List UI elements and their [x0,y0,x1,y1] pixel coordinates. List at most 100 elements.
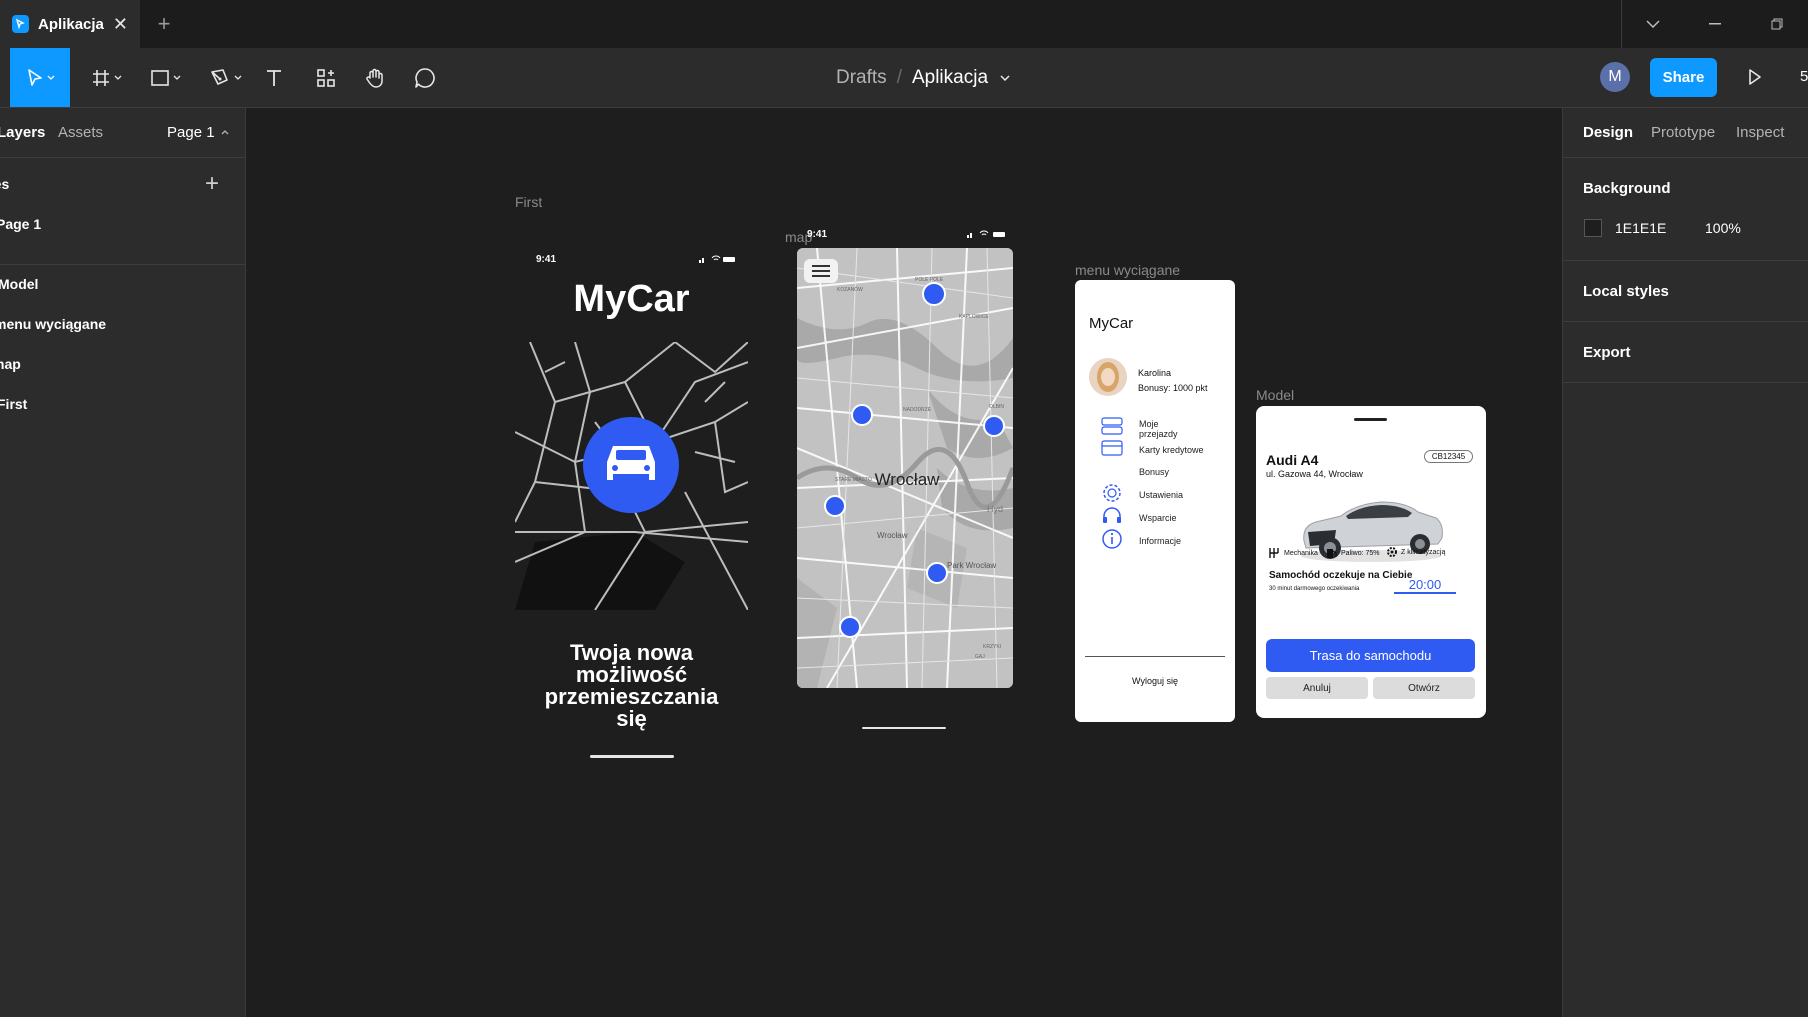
restore-icon [1771,18,1783,30]
chevron-down-icon[interactable] [1000,74,1010,81]
frame-label-first[interactable]: First [515,194,542,210]
layer-item-menu[interactable]: menu wyciągane [0,316,106,332]
chevron-down-icon [234,75,241,80]
feature-transmission: Mechanika [1284,550,1318,557]
menu-item-support[interactable]: Wsparcie [1139,513,1177,523]
tagline-line: przemieszczania [544,684,719,709]
close-tab-icon[interactable]: ✕ [113,14,128,35]
layer-item-model[interactable]: Model [0,276,38,292]
headset-icon [1103,507,1121,523]
shape-tool-button[interactable] [143,48,187,107]
car-name: Audi A4 [1266,452,1319,468]
menu-item-cards[interactable]: Karty kredytowe [1139,445,1204,455]
tagline-line: Twoja nowa [569,640,694,665]
menu-item-rides[interactable]: Moje przejazdy [1139,419,1199,439]
resources-tool-button[interactable] [314,48,338,107]
move-tool-button[interactable] [10,48,70,107]
tab-prototype[interactable]: Prototype [1651,124,1715,141]
pen-tool-button[interactable] [203,48,247,107]
layer-item-map[interactable]: map [0,356,21,372]
status-time: 9:41 [536,254,557,265]
menu-item-bonus[interactable]: Bonusy [1139,467,1169,477]
status-time: 9:41 [807,229,828,240]
page-item[interactable]: Page 1 [0,216,41,232]
background-hex-input[interactable]: 1E1E1E [1615,220,1666,236]
map-district-label: KRZYKI [983,644,1001,650]
tab-inspect[interactable]: Inspect [1736,124,1784,141]
plate-badge: CB12345 [1424,450,1473,463]
text-icon [267,69,281,86]
rectangle-icon [150,69,169,86]
background-color-swatch[interactable] [1584,219,1602,237]
frame-menu[interactable]: MyCar Karolina Bonusy: 1000 pkt Moje prz… [1075,280,1235,722]
breadcrumb-separator: / [896,66,902,88]
present-button[interactable] [1740,62,1770,92]
map-district-label: POLE POLE [915,277,944,283]
feature-fuel: Paliwo: 75% [1341,550,1380,557]
hand-tool-button[interactable] [362,48,388,107]
home-indicator [862,727,946,729]
menu-item-settings[interactable]: Ustawienia [1139,490,1183,500]
tab-design[interactable]: Design [1583,124,1633,141]
tab-layers[interactable]: Layers [0,124,45,141]
text-tool-button[interactable] [262,48,286,107]
map-view[interactable]: POLE POLE KOZANÓW KAPLOWICE NADODRZE OLB… [797,248,1013,688]
frame-label-menu[interactable]: menu wyciągane [1075,262,1180,278]
frame-model[interactable]: Audi A4 ul. Gazowa 44, Wrocław CB12345 M… [1256,406,1486,718]
new-tab-button[interactable]: + [140,0,188,48]
file-tab[interactable]: Aplikacja ✕ [0,0,140,48]
minimize-icon [1709,23,1721,25]
canvas[interactable]: First 9:41 MyCar Twoja nowa możliwość pr… [246,108,1562,1017]
tagline-line: możliwość [575,662,688,687]
fuel-icon [1327,549,1337,558]
comment-icon [415,67,435,88]
right-panel: Design Prototype Inspect Background 1E1E… [1562,108,1808,1017]
layer-item-first[interactable]: First [0,396,27,412]
waiting-title: Samochód oczekuje na Ciebie [1269,570,1413,581]
pages-header: Pages [0,176,10,192]
credit-card-icon [1101,440,1123,456]
breadcrumb-drafts[interactable]: Drafts [836,67,887,89]
frame-first[interactable]: 9:41 MyCar Twoja nowa możliwość przemies… [515,234,748,894]
export-title[interactable]: Export [1583,344,1631,361]
open-button[interactable]: Otwórz [1373,677,1475,699]
route-to-car-button[interactable]: Trasa do samochodu [1266,639,1475,672]
rides-icon [1101,417,1123,435]
menu-item-info[interactable]: Informacje [1139,536,1181,546]
breadcrumb-file-name[interactable]: Aplikacja [912,67,988,89]
chevron-down-icon [114,75,121,80]
comment-tool-button[interactable] [413,48,437,107]
waiting-subtitle: 30 minut darmowego oczekiwania [1269,586,1360,592]
add-page-button[interactable]: + [205,170,219,198]
sheet-handle[interactable] [1354,418,1387,421]
map-district-label: Park Wrocław [947,561,996,570]
ac-icon [1387,547,1397,557]
home-indicator [590,755,674,758]
frame-tool-button[interactable] [84,48,128,107]
map-district-label: Hyd [987,504,1003,514]
components-icon [317,68,335,87]
frame-icon [92,69,109,86]
chevron-down-icon [173,75,180,80]
tabs-dropdown-button[interactable] [1622,0,1684,48]
restore-button[interactable] [1746,0,1808,48]
logout-link[interactable]: Wyloguj się [1075,676,1235,686]
chevron-up-icon [221,130,229,135]
minimize-button[interactable] [1684,0,1746,48]
background-title: Background [1583,180,1671,197]
cancel-button[interactable]: Anuluj [1266,677,1368,699]
frame-map[interactable]: 9:41 POLE POLE KOZANÓW KAPLOWICE NADODRZ… [797,229,1013,729]
avatar[interactable]: M [1600,62,1630,92]
chevron-down-icon [47,75,54,80]
map-district-label: OLBIN [989,404,1004,410]
frame-label-model[interactable]: Model [1256,387,1294,403]
app-title: MyCar [573,278,690,320]
tab-assets[interactable]: Assets [58,124,103,141]
share-button[interactable]: Share [1650,58,1717,97]
local-styles-title[interactable]: Local styles [1583,283,1669,300]
breadcrumb: Drafts / Aplikacja [836,48,1010,107]
zoom-level[interactable]: 5 [1800,68,1808,85]
background-opacity-input[interactable]: 100% [1705,220,1741,236]
page-selector[interactable]: Page 1 [167,124,229,141]
settings-gear-icon [1103,484,1121,502]
